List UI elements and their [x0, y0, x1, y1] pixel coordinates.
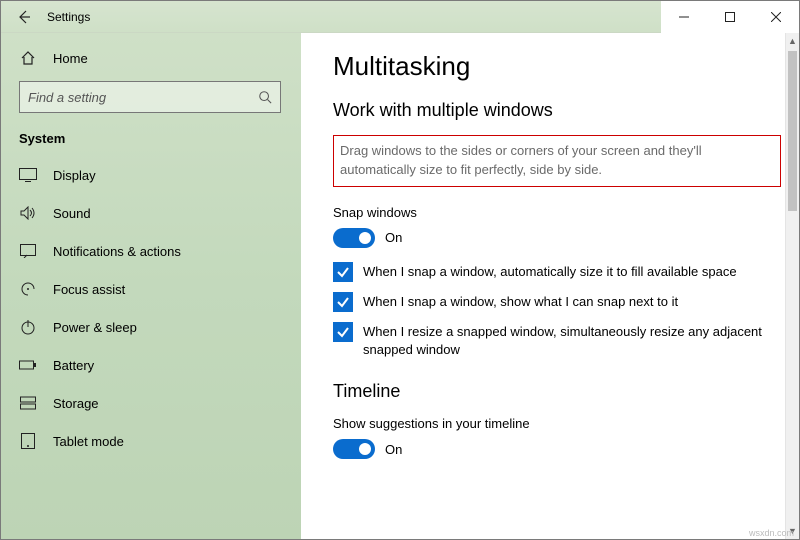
timeline-suggestions-toggle[interactable] [333, 439, 375, 459]
sidebar-item-power-sleep[interactable]: Power & sleep [1, 308, 301, 346]
tablet-icon [19, 432, 37, 450]
power-icon [19, 318, 37, 336]
timeline-suggestions-label: Show suggestions in your timeline [333, 416, 781, 431]
sidebar-item-label: Tablet mode [53, 434, 124, 449]
sidebar-item-tablet-mode[interactable]: Tablet mode [1, 422, 301, 460]
notifications-icon [19, 242, 37, 260]
snap-option-show-next[interactable]: When I snap a window, show what I can sn… [333, 292, 781, 312]
settings-window: Settings Home [0, 0, 800, 540]
sidebar-item-label: Power & sleep [53, 320, 137, 335]
section-heading-timeline: Timeline [333, 381, 781, 402]
window-buttons [661, 1, 799, 33]
sound-icon [19, 204, 37, 222]
main-panel: Multitasking Work with multiple windows … [301, 33, 799, 539]
content-area: Home System Display Sound [1, 33, 799, 539]
scroll-up-icon: ▲ [786, 33, 799, 49]
checkbox-label: When I resize a snapped window, simultan… [363, 322, 781, 359]
checkbox-icon [333, 322, 353, 342]
timeline-suggestions-state: On [385, 442, 402, 457]
sidebar-item-sound[interactable]: Sound [1, 194, 301, 232]
snap-windows-toggle[interactable] [333, 228, 375, 248]
battery-icon [19, 356, 37, 374]
maximize-button[interactable] [707, 1, 753, 33]
scrollbar[interactable]: ▲ ▼ [785, 33, 799, 539]
snap-windows-state: On [385, 230, 402, 245]
maximize-icon [725, 12, 735, 22]
sidebar-item-label: Display [53, 168, 96, 183]
sidebar-item-focus-assist[interactable]: Focus assist [1, 270, 301, 308]
page-title: Multitasking [333, 51, 781, 82]
search-icon [258, 90, 272, 104]
home-icon [19, 49, 37, 67]
display-icon [19, 166, 37, 184]
sidebar-home[interactable]: Home [1, 39, 301, 77]
sidebar-item-display[interactable]: Display [1, 156, 301, 194]
sidebar-item-label: Focus assist [53, 282, 125, 297]
snap-windows-label: Snap windows [333, 205, 781, 220]
sidebar-section-system: System [1, 121, 301, 156]
snap-option-resize-adjacent[interactable]: When I resize a snapped window, simultan… [333, 322, 781, 359]
snap-windows-row: On [333, 228, 781, 248]
watermark: wsxdn.com [749, 528, 794, 538]
description-box: Drag windows to the sides or corners of … [333, 135, 781, 187]
checkbox-icon [333, 292, 353, 312]
storage-icon [19, 394, 37, 412]
window-title: Settings [47, 10, 90, 24]
titlebar: Settings [1, 1, 799, 33]
sidebar-item-notifications[interactable]: Notifications & actions [1, 232, 301, 270]
checkbox-icon [333, 262, 353, 282]
minimize-icon [679, 12, 689, 22]
sidebar-item-label: Notifications & actions [53, 244, 181, 259]
arrow-left-icon [16, 9, 32, 25]
minimize-button[interactable] [661, 1, 707, 33]
back-button[interactable] [1, 1, 47, 33]
search-input[interactable] [28, 90, 258, 105]
focus-icon [19, 280, 37, 298]
sidebar-item-storage[interactable]: Storage [1, 384, 301, 422]
sidebar-item-label: Storage [53, 396, 99, 411]
sidebar-home-label: Home [53, 51, 88, 66]
sidebar: Home System Display Sound [1, 33, 301, 539]
close-button[interactable] [753, 1, 799, 33]
sidebar-item-battery[interactable]: Battery [1, 346, 301, 384]
checkbox-label: When I snap a window, show what I can sn… [363, 292, 781, 311]
sidebar-item-label: Sound [53, 206, 91, 221]
search-box[interactable] [19, 81, 281, 113]
scrollbar-thumb[interactable] [788, 51, 797, 211]
snap-option-fill-space[interactable]: When I snap a window, automatically size… [333, 262, 781, 282]
sidebar-item-label: Battery [53, 358, 94, 373]
checkbox-label: When I snap a window, automatically size… [363, 262, 781, 281]
close-icon [771, 12, 781, 22]
section-heading-windows: Work with multiple windows [333, 100, 781, 121]
timeline-suggestions-row: On [333, 439, 781, 459]
